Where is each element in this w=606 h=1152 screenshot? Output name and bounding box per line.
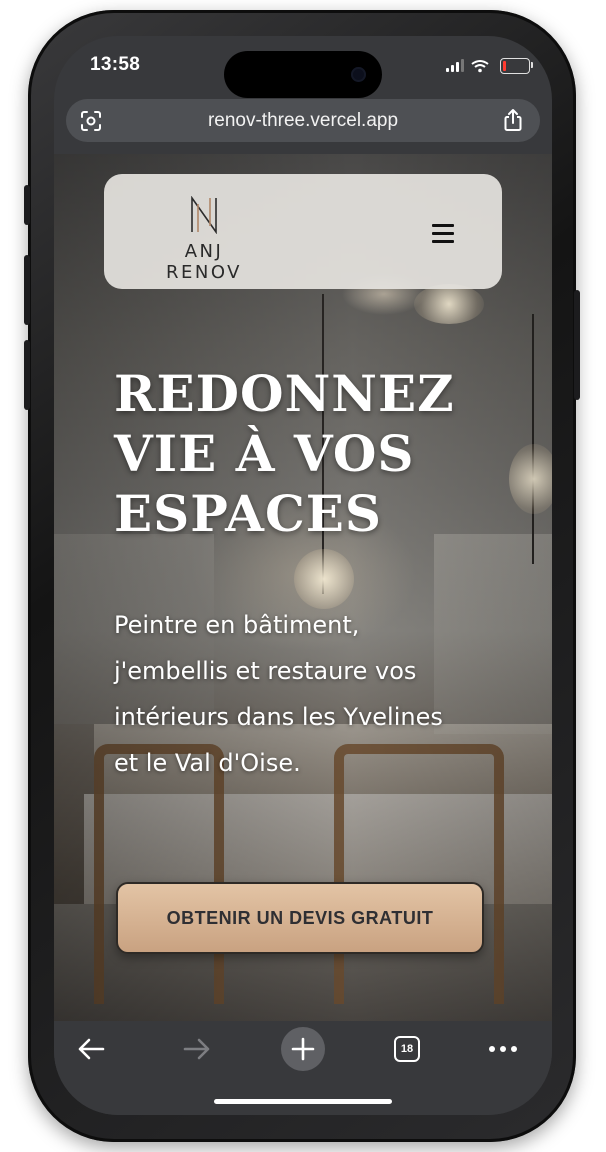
headline-line: VIE À VOS <box>114 424 415 483</box>
back-arrow-icon[interactable] <box>72 1021 110 1077</box>
volume-down-button <box>24 340 30 410</box>
browser-toolbar: 18 <box>54 1021 552 1115</box>
action-button <box>24 185 30 225</box>
phone-screen: 13:58 renov-three.vercel.app ANJ RENOV R… <box>54 36 552 1115</box>
battery-level <box>503 61 506 71</box>
dynamic-island <box>224 51 382 98</box>
signal-wifi-icon <box>446 59 489 73</box>
site-header-card: ANJ RENOV <box>104 174 502 289</box>
subtitle-line: j'embellis et restaure vos <box>114 657 417 685</box>
hamburger-menu-icon[interactable] <box>432 224 454 243</box>
hero-headline: REDONNEZ VIE À VOS ESPACES <box>114 364 534 544</box>
url-text[interactable]: renov-three.vercel.app <box>66 110 540 132</box>
tabs-icon[interactable]: 18 <box>390 1021 424 1077</box>
status-time: 13:58 <box>90 54 141 75</box>
volume-up-button <box>24 255 30 325</box>
front-camera <box>351 67 366 82</box>
address-bar[interactable]: renov-three.vercel.app <box>66 99 540 142</box>
logo-monogram-icon <box>191 196 217 234</box>
new-tab-plus-icon[interactable] <box>280 1021 326 1077</box>
home-indicator[interactable] <box>214 1099 392 1104</box>
share-icon[interactable] <box>502 108 524 132</box>
status-bar: 13:58 <box>54 36 552 98</box>
forward-arrow-icon[interactable] <box>178 1021 216 1077</box>
headline-line: ESPACES <box>114 484 382 543</box>
hero-subtitle: Peintre en bâtiment, j'embellis et resta… <box>114 602 524 786</box>
brand-name[interactable]: ANJ RENOV <box>144 241 264 283</box>
subtitle-line: et le Val d'Oise. <box>114 749 301 777</box>
power-button <box>574 290 580 400</box>
headline-line: REDONNEZ <box>114 364 455 423</box>
subtitle-line: Peintre en bâtiment, <box>114 611 360 639</box>
more-icon[interactable] <box>486 1021 520 1077</box>
tab-count: 18 <box>400 1043 414 1055</box>
battery-icon <box>500 58 530 74</box>
website-viewport: ANJ RENOV REDONNEZ VIE À VOS ESPACES Pei… <box>54 154 552 1021</box>
subtitle-line: intérieurs dans les Yvelines <box>114 703 443 731</box>
quote-cta-button[interactable]: OBTENIR UN DEVIS GRATUIT <box>116 882 484 954</box>
battery-tip <box>531 62 533 68</box>
